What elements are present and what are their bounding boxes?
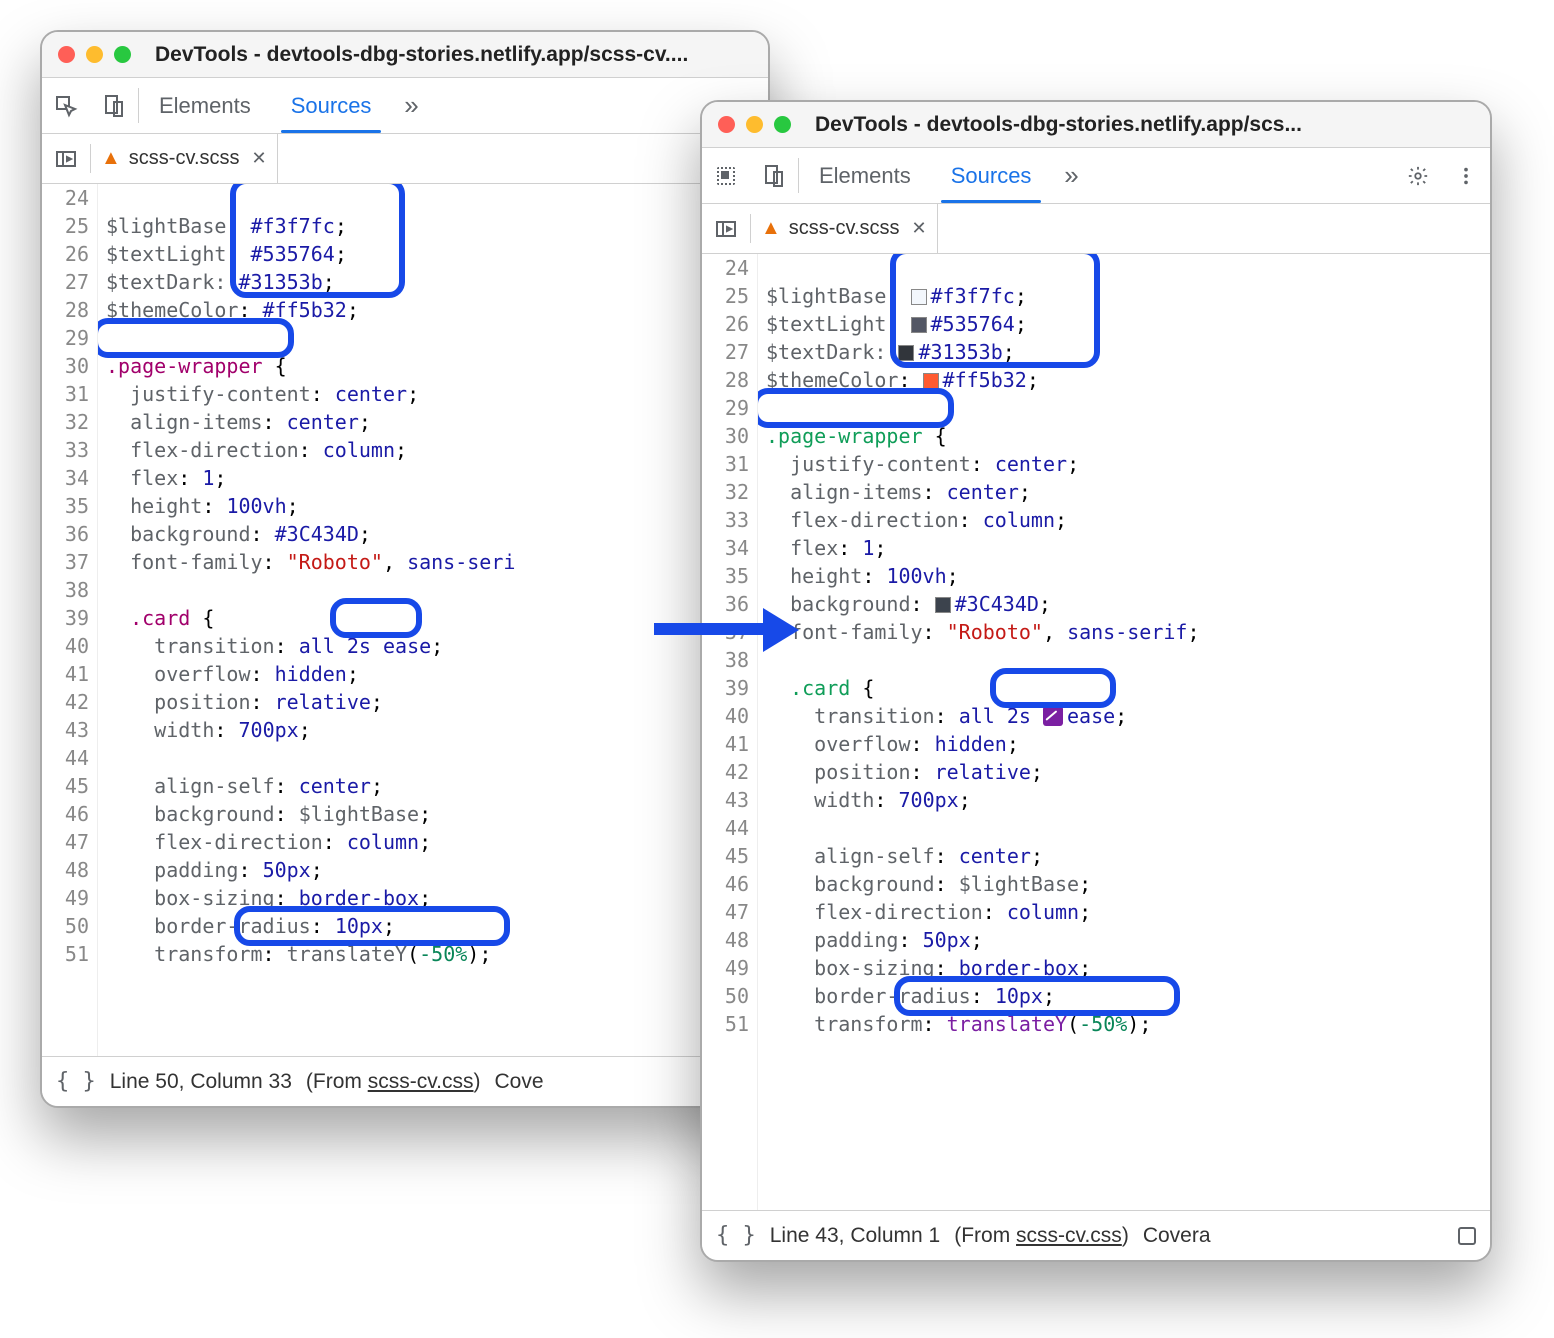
highlight-selector [98, 318, 294, 358]
inspect-element-icon[interactable] [702, 148, 750, 203]
tab-sources[interactable]: Sources [271, 78, 392, 133]
cursor-position: Line 50, Column 33 [110, 1070, 292, 1094]
close-window-icon[interactable] [718, 116, 735, 133]
code-editor[interactable]: 2425262728293031323334353637383940414243… [702, 254, 1490, 1210]
line-gutter: 2425262728293031323334353637383940414243… [42, 184, 98, 1056]
color-swatch-icon[interactable] [911, 317, 927, 333]
traffic-lights [58, 46, 131, 63]
titlebar[interactable]: DevTools - devtools-dbg-stories.netlify.… [702, 102, 1490, 148]
file-tab-scss[interactable]: ▲ scss-cv.scss ✕ [751, 204, 938, 253]
highlight-selector [758, 388, 954, 428]
coverage-label: Cove [494, 1070, 543, 1094]
settings-icon[interactable] [1394, 148, 1442, 203]
source-from: (From scss-cv.css) [306, 1070, 481, 1094]
devtools-window-left: DevTools - devtools-dbg-stories.netlify.… [40, 30, 770, 1108]
warning-icon: ▲ [761, 217, 781, 240]
color-swatch-icon[interactable] [923, 373, 939, 389]
bezier-editor-icon[interactable] [1043, 706, 1063, 726]
file-tabs-bar: ▲ scss-cv.scss ✕ [42, 134, 768, 184]
source-from: (From scss-cv.css) [954, 1224, 1129, 1248]
window-title: DevTools - devtools-dbg-stories.netlify.… [815, 113, 1302, 137]
kebab-menu-icon[interactable] [1442, 148, 1490, 203]
color-swatch-icon[interactable] [935, 597, 951, 613]
tab-sources[interactable]: Sources [931, 148, 1052, 203]
zoom-window-icon[interactable] [114, 46, 131, 63]
highlight-ease [990, 668, 1116, 708]
file-tabs-bar: ▲ scss-cv.scss ✕ [702, 204, 1490, 254]
navigator-toggle-icon[interactable] [702, 204, 750, 253]
main-toolbar: Elements Sources » [702, 148, 1490, 204]
highlight-ease [330, 598, 422, 638]
color-swatch-icon[interactable] [898, 345, 914, 361]
file-tab-label: scss-cv.scss [129, 147, 240, 170]
minimize-window-icon[interactable] [746, 116, 763, 133]
tab-elements[interactable]: Elements [139, 78, 271, 133]
titlebar[interactable]: DevTools - devtools-dbg-stories.netlify.… [42, 32, 768, 78]
inspect-element-icon[interactable] [42, 78, 90, 133]
navigator-toggle-icon[interactable] [42, 134, 90, 183]
minimize-window-icon[interactable] [86, 46, 103, 63]
tab-elements[interactable]: Elements [799, 148, 931, 203]
coverage-label: Covera [1143, 1224, 1211, 1248]
close-file-icon[interactable]: ✕ [912, 218, 927, 239]
color-swatch-icon[interactable] [911, 289, 927, 305]
cursor-position: Line 43, Column 1 [770, 1224, 940, 1248]
device-toolbar-icon[interactable] [750, 148, 798, 203]
comparison-arrow-icon [654, 618, 799, 638]
close-file-icon[interactable]: ✕ [252, 148, 267, 169]
device-toolbar-icon[interactable] [90, 78, 138, 133]
format-icon[interactable]: { } [56, 1069, 96, 1094]
file-tab-scss[interactable]: ▲ scss-cv.scss ✕ [91, 134, 278, 183]
zoom-window-icon[interactable] [774, 116, 791, 133]
more-tabs-icon[interactable]: » [1051, 148, 1091, 203]
drawer-toggle-icon[interactable] [1458, 1227, 1476, 1245]
more-tabs-icon[interactable]: » [391, 78, 431, 133]
window-title: DevTools - devtools-dbg-stories.netlify.… [155, 43, 688, 67]
devtools-window-right: DevTools - devtools-dbg-stories.netlify.… [700, 100, 1492, 1262]
format-icon[interactable]: { } [716, 1223, 756, 1248]
warning-icon: ▲ [101, 147, 121, 170]
status-bar: { } Line 50, Column 33 (From scss-cv.css… [42, 1056, 768, 1106]
code-content[interactable]: $lightBase: #f3f7fc; $textLight: #535764… [758, 254, 1490, 1210]
main-toolbar: Elements Sources » [42, 78, 768, 134]
close-window-icon[interactable] [58, 46, 75, 63]
traffic-lights [718, 116, 791, 133]
line-gutter: 2425262728293031323334353637383940414243… [702, 254, 758, 1210]
file-tab-label: scss-cv.scss [789, 217, 900, 240]
status-bar: { } Line 43, Column 1 (From scss-cv.css)… [702, 1210, 1490, 1260]
